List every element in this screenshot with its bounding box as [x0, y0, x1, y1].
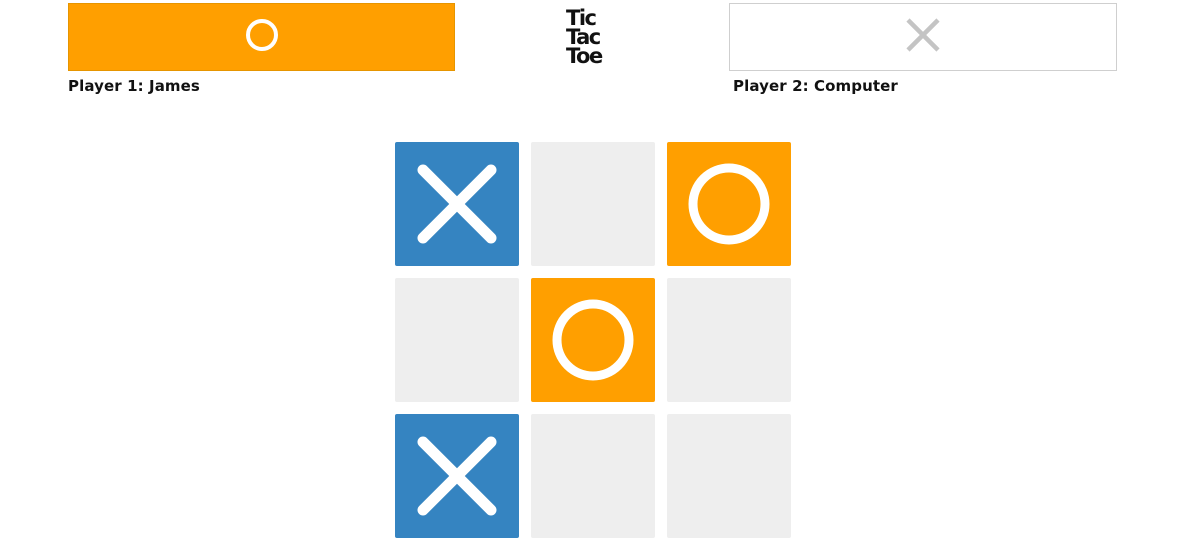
x-icon	[904, 16, 942, 59]
player2-bar	[729, 3, 1117, 71]
board-cell-2-2[interactable]	[531, 278, 655, 402]
board-cell-3-3[interactable]	[667, 414, 791, 538]
board-cell-2-3[interactable]	[667, 278, 791, 402]
board-cell-1-3[interactable]	[667, 142, 791, 266]
player1-label: Player 1: James	[68, 77, 200, 95]
board-cell-3-1[interactable]	[395, 414, 519, 538]
board-cell-2-1[interactable]	[395, 278, 519, 402]
player2-label: Player 2: Computer	[733, 77, 898, 95]
o-icon	[244, 17, 280, 58]
player1-bar	[68, 3, 455, 71]
board-cell-3-2[interactable]	[531, 414, 655, 538]
logo-line-toe: Toe	[566, 44, 603, 68]
o-mark-icon	[551, 298, 635, 382]
game-logo: Tic Tac Toe	[566, 8, 626, 68]
o-mark-icon	[687, 162, 771, 246]
x-mark-icon	[415, 434, 499, 518]
x-mark-icon	[415, 162, 499, 246]
board-cell-1-1[interactable]	[395, 142, 519, 266]
game-board	[395, 142, 791, 538]
board-cell-1-2[interactable]	[531, 142, 655, 266]
tic-tac-toe-page: Player 1: James Tic Tac Toe Player 2: Co…	[0, 0, 1200, 550]
